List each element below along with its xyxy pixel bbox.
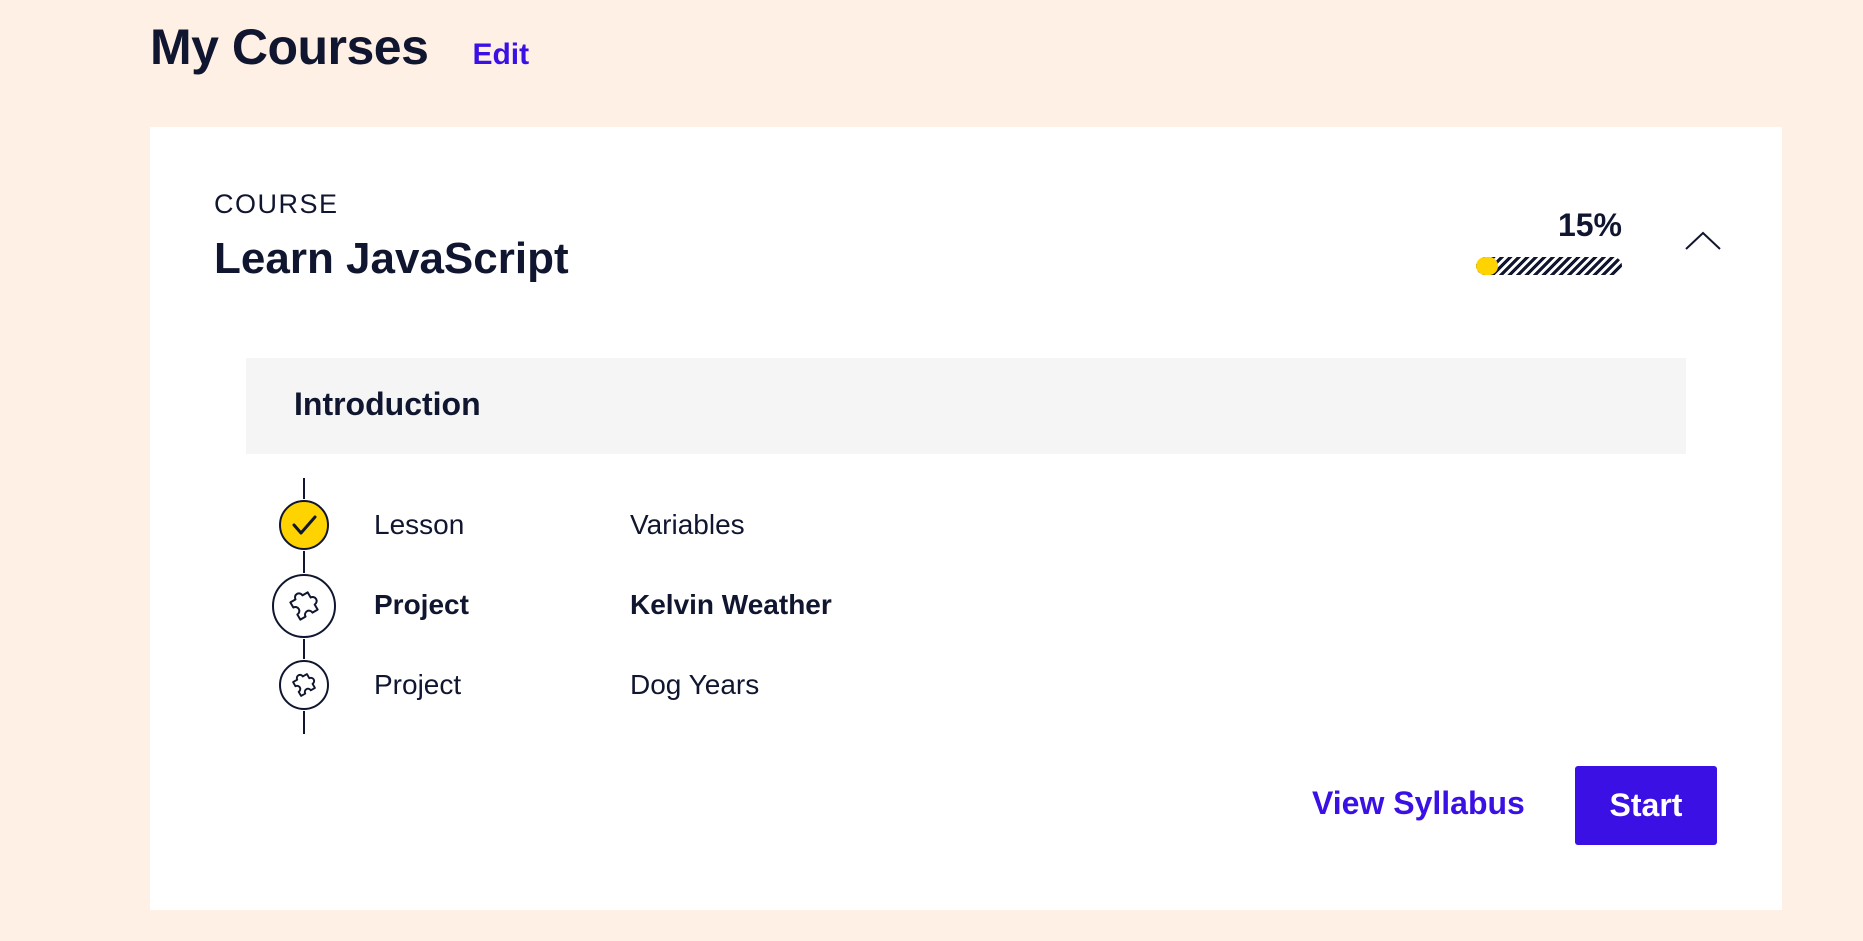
course-card: COURSE Learn JavaScript 15% Introduction… (150, 127, 1782, 910)
collapse-toggle[interactable] (1680, 219, 1726, 265)
course-title: Learn JavaScript (214, 234, 569, 283)
puzzle-icon (271, 573, 337, 639)
item-name: Variables (630, 509, 745, 540)
syllabus-item-kelvin-weather[interactable]: Project Kelvin Weather (150, 573, 1782, 639)
edit-link[interactable]: Edit (472, 38, 529, 72)
progress-percent: 15% (1557, 207, 1622, 243)
item-type: Project (374, 669, 462, 700)
syllabus-item-dog-years[interactable]: Project Dog Years (150, 653, 1782, 717)
section-title: Introduction (294, 386, 481, 422)
item-name: Kelvin Weather (630, 589, 832, 620)
start-button[interactable]: Start (1575, 766, 1717, 845)
puzzle-icon (278, 659, 330, 711)
view-syllabus-link[interactable]: View Syllabus (1312, 785, 1525, 822)
progress-fill (1476, 257, 1498, 275)
course-kicker: COURSE (214, 189, 339, 219)
progress-bar (1476, 257, 1622, 275)
page-header: My Courses Edit (150, 18, 529, 76)
item-name: Dog Years (630, 669, 760, 700)
syllabus-item-variables[interactable]: Lesson Variables (150, 493, 1782, 557)
page-title: My Courses (150, 19, 429, 75)
chevron-up-icon (1685, 231, 1721, 250)
check-icon (278, 499, 330, 551)
item-type: Lesson (374, 509, 465, 540)
item-type: Project (374, 589, 469, 620)
section-header[interactable]: Introduction (246, 358, 1686, 454)
course-progress: 15% (1476, 209, 1622, 275)
